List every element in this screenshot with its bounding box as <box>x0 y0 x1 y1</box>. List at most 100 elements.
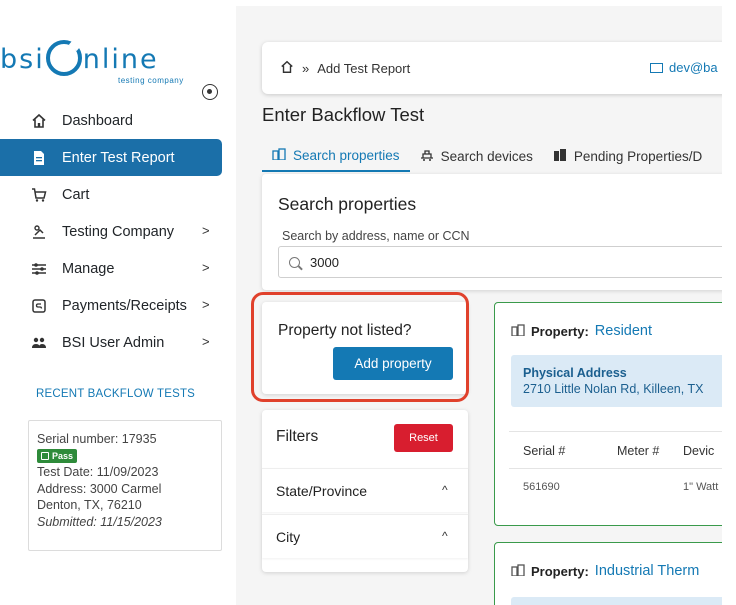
sidebar-item-bsi-user-admin[interactable]: BSI User Admin > <box>0 324 236 361</box>
tab-label: Search properties <box>293 147 400 163</box>
buildings-icon <box>511 323 525 339</box>
test-date-value: 11/09/2023 <box>96 465 159 479</box>
app-frame: bsi nline testing company Dashboard Enter… <box>0 6 722 605</box>
sliders-icon <box>30 260 48 278</box>
logo-wordmark: bsi nline <box>0 40 159 76</box>
serial-value: 17935 <box>121 432 157 446</box>
property-card[interactable]: Property: Industrial Therm <box>494 542 722 605</box>
table-cell: 1" Watt <box>683 481 719 493</box>
table-header: Serial # Meter # Devic <box>509 431 722 469</box>
sidebar-item-payments[interactable]: Payments/Receipts > <box>0 287 236 324</box>
logo-text-left: bsi <box>0 44 45 75</box>
recent-serial: Serial number: 17935 <box>37 431 213 448</box>
table-row[interactable]: 561690 1" Watt <box>509 469 722 507</box>
sidebar: bsi nline testing company Dashboard Enter… <box>0 6 236 605</box>
status-badge: Pass <box>37 448 78 463</box>
column-header: Meter # <box>617 444 660 458</box>
status-text: Pass <box>52 450 74 461</box>
submitted-label: Submitted: <box>37 514 97 529</box>
tab-search-devices[interactable]: Search devices <box>410 140 543 172</box>
logo: bsi nline testing company <box>0 34 236 100</box>
sidebar-item-label: Dashboard <box>62 112 133 129</box>
check-icon <box>41 451 49 460</box>
column-header: Devic <box>683 444 715 458</box>
sidebar-item-label: Cart <box>62 186 90 203</box>
logo-ring-icon <box>45 40 82 76</box>
mail-icon <box>650 62 663 73</box>
recent-tests-heading: RECENT BACKFLOW TESTS <box>36 388 196 400</box>
buildings-icon <box>272 147 286 163</box>
chevron-right-icon: > <box>202 260 210 275</box>
logo-subtitle: testing company <box>118 76 184 85</box>
search-label: Search by address, name or CCN <box>282 229 470 243</box>
logo-text-right: nline <box>82 44 159 75</box>
company-icon <box>30 223 48 241</box>
property-card[interactable]: Property: Resident Physical Address 2710… <box>494 302 722 526</box>
home-icon <box>30 112 48 130</box>
device-icon <box>420 149 434 164</box>
chevron-right-icon: > <box>202 297 210 312</box>
property-name[interactable]: Industrial Therm <box>595 563 700 579</box>
document-icon <box>30 149 48 167</box>
status-row: Pass <box>37 448 213 465</box>
sidebar-item-label: Enter Test Report <box>62 149 175 166</box>
breadcrumb-separator: » <box>302 61 310 76</box>
sidebar-item-label: Manage <box>62 260 115 277</box>
chevron-up-icon: ^ <box>442 529 448 543</box>
table-cell: 561690 <box>523 481 560 493</box>
filter-label: State/Province <box>276 482 368 499</box>
physical-address-box: Physical Address 2710 Little Nolan Rd, K… <box>511 355 722 407</box>
sidebar-item-cart[interactable]: Cart <box>0 176 236 213</box>
sidebar-nav: Dashboard Enter Test Report Cart Testing… <box>0 102 236 361</box>
cart-icon <box>30 186 48 204</box>
serial-label: Serial number: <box>37 432 119 446</box>
address-line1: 3000 Carmel <box>89 481 162 496</box>
breadcrumb: » Add Test Report <box>280 60 410 77</box>
tab-pending-properties[interactable]: Pending Properties/D <box>543 140 712 172</box>
devices-table: Serial # Meter # Devic 561690 1" Watt <box>509 431 722 507</box>
highlight-outline <box>251 292 469 402</box>
recent-test-date: Test Date: 11/09/2023 <box>37 464 213 481</box>
filters-panel: Filters Reset State/Province ^ City ^ <box>262 410 468 572</box>
sidebar-item-label: BSI User Admin <box>62 334 165 351</box>
sidebar-toggle-icon[interactable] <box>202 84 218 100</box>
search-card: Search properties Search by address, nam… <box>262 174 722 290</box>
search-input-value: 3000 <box>310 254 339 270</box>
address-value: 2710 Little Nolan Rd, Killeen, TX <box>523 382 704 396</box>
recent-submitted: Submitted: 11/15/2023 <box>37 514 213 531</box>
home-icon[interactable] <box>280 60 294 77</box>
search-title: Search properties <box>278 194 417 214</box>
sidebar-item-label: Testing Company <box>62 223 175 240</box>
reset-button[interactable]: Reset <box>394 424 453 452</box>
search-input[interactable]: 3000 <box>278 246 722 278</box>
users-icon <box>30 334 48 352</box>
address-label: Physical Address <box>523 366 627 380</box>
sidebar-item-manage[interactable]: Manage > <box>0 250 236 287</box>
payments-icon <box>30 297 48 315</box>
filter-state-province[interactable]: State/Province ^ <box>262 468 468 512</box>
top-bar: » Add Test Report dev@ba <box>262 42 722 94</box>
sidebar-item-enter-test-report[interactable]: Enter Test Report <box>0 139 222 176</box>
tab-search-properties[interactable]: Search properties <box>262 140 410 172</box>
column-header: Serial # <box>523 444 566 458</box>
buildings-icon <box>511 563 525 579</box>
filter-city[interactable]: City ^ <box>262 514 468 558</box>
user-email-text: dev@ba <box>669 60 718 75</box>
recent-test-card[interactable]: Serial number: 17935 Pass Test Date: 11/… <box>28 420 222 551</box>
tab-label: Search devices <box>440 148 533 164</box>
tab-bar: Search properties Search devices Pending… <box>262 140 722 172</box>
property-header: Property: Resident <box>511 323 652 339</box>
recent-address: Address: 3000 Carmel <box>37 481 213 498</box>
sidebar-item-dashboard[interactable]: Dashboard <box>0 102 236 139</box>
tab-label: Pending Properties/D <box>573 148 703 164</box>
property-label: Property: <box>531 323 589 339</box>
pending-icon <box>553 148 567 164</box>
breadcrumb-current: Add Test Report <box>317 61 411 76</box>
page-title: Enter Backflow Test <box>262 104 425 125</box>
user-email[interactable]: dev@ba <box>650 60 718 75</box>
physical-address-box <box>511 597 722 605</box>
property-name[interactable]: Resident <box>595 323 652 339</box>
sidebar-item-testing-company[interactable]: Testing Company > <box>0 213 236 250</box>
chevron-right-icon: > <box>202 334 210 349</box>
search-icon <box>289 256 300 268</box>
